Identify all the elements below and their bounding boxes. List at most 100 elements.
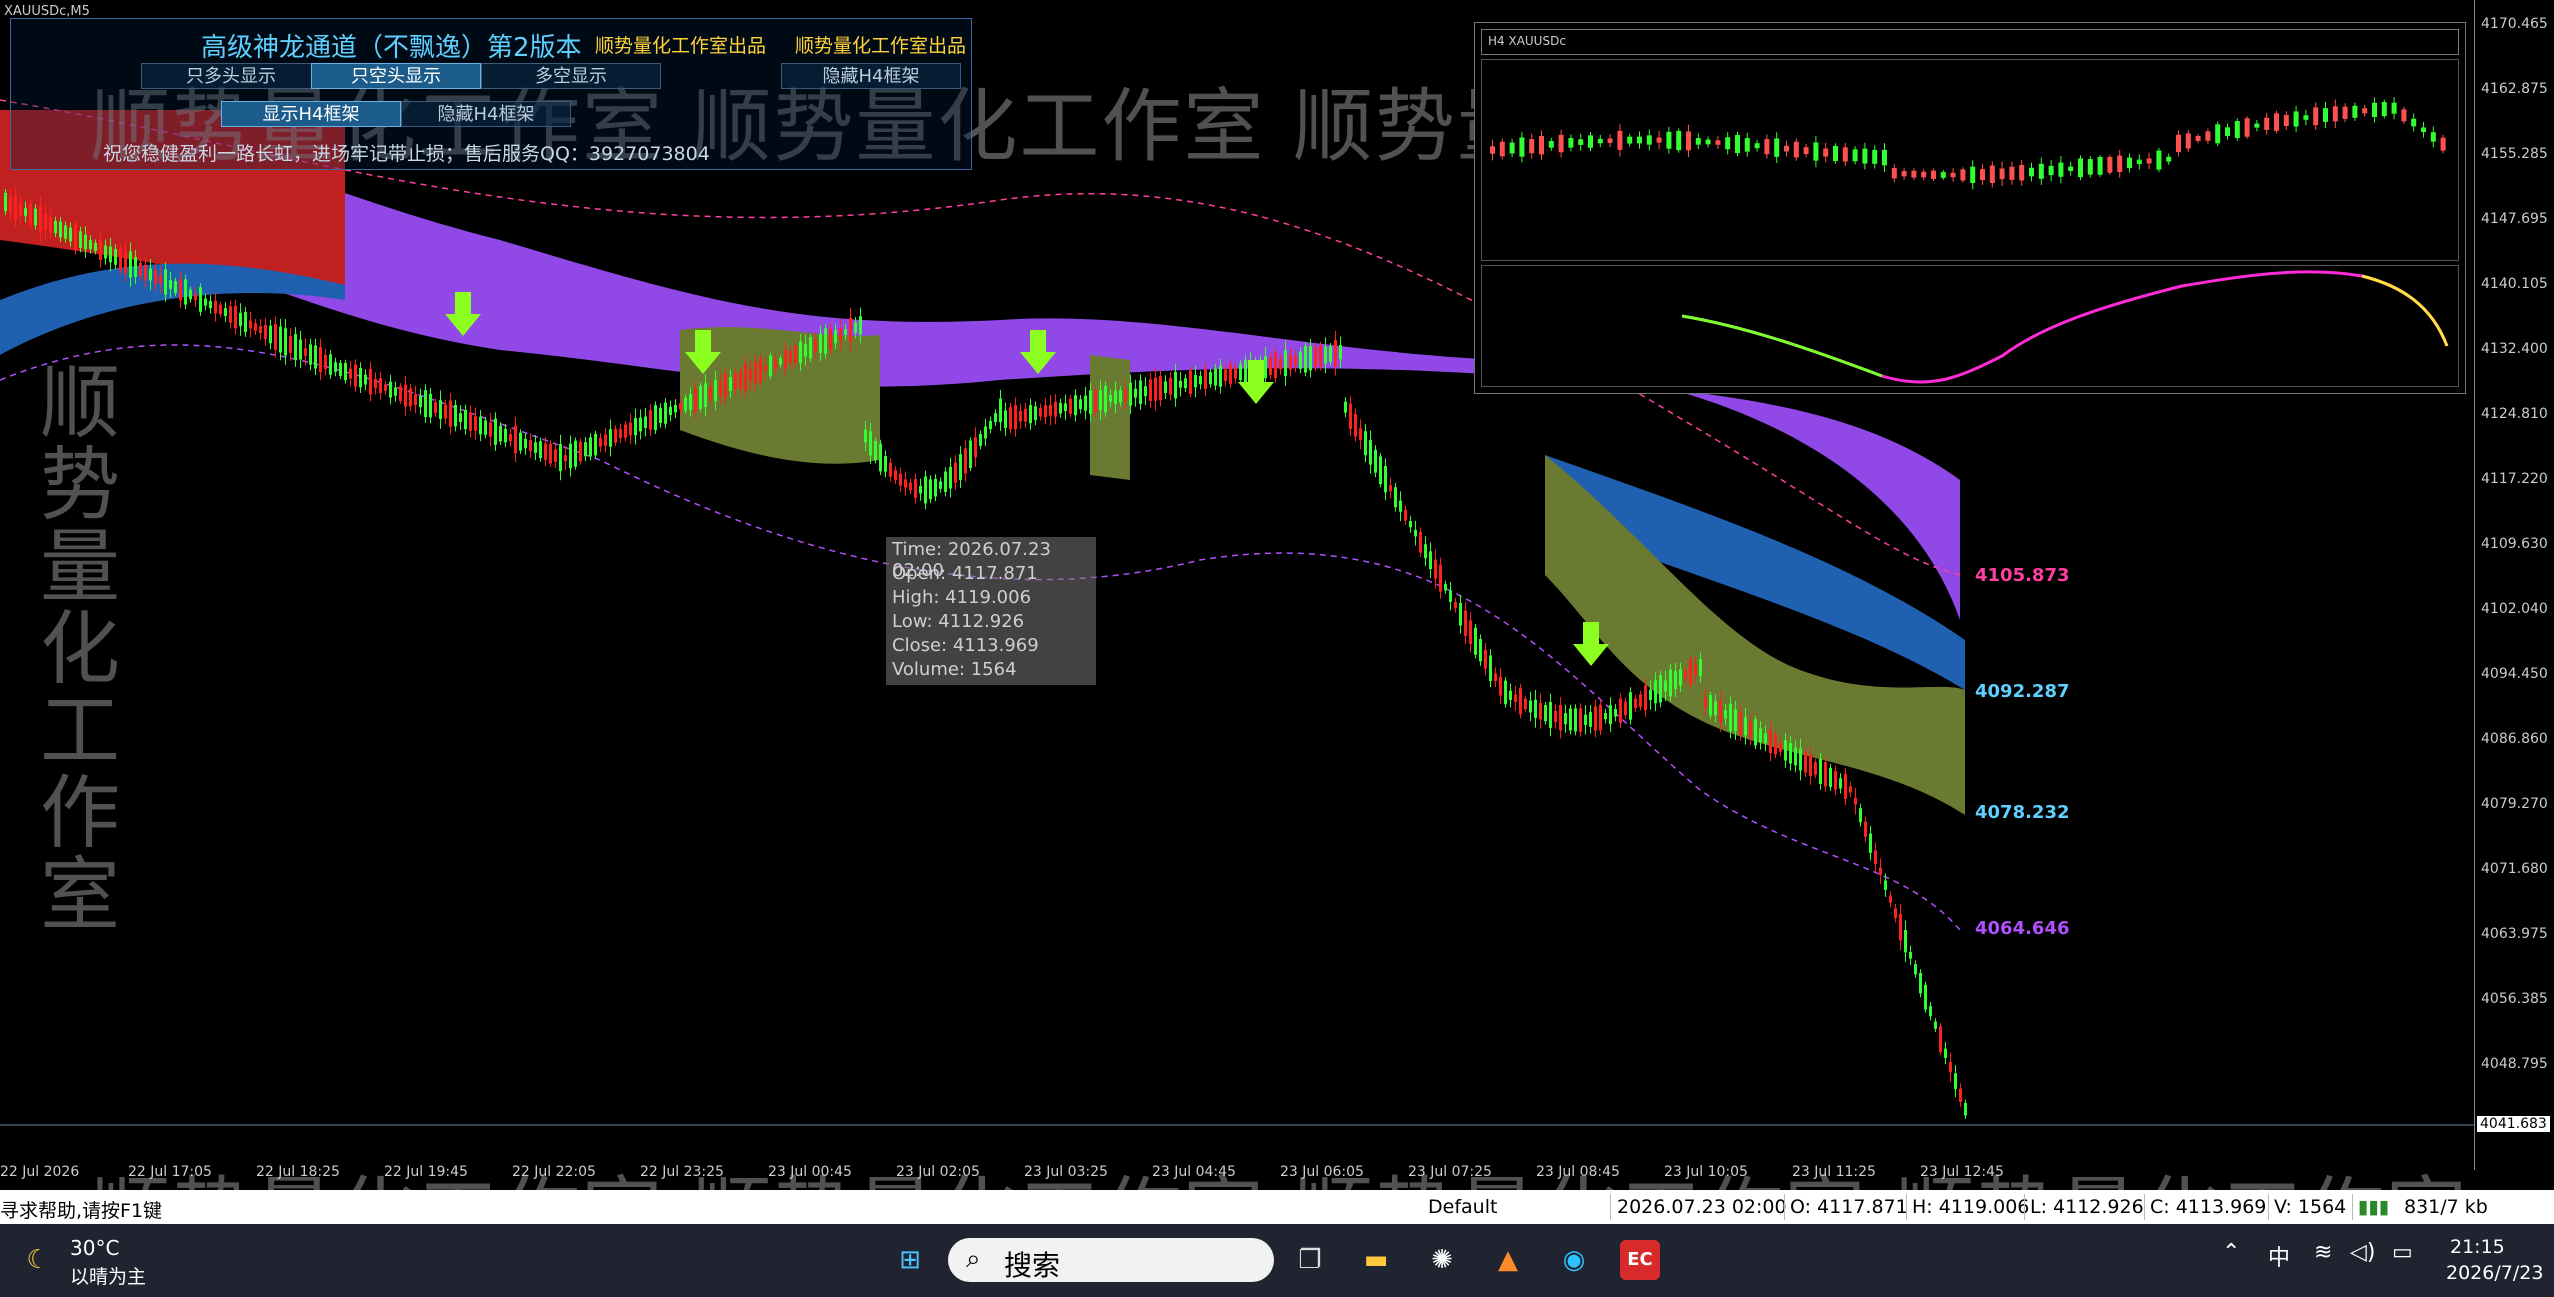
file-explorer-icon[interactable]: ▬ xyxy=(1356,1240,1396,1280)
candle-body xyxy=(344,362,347,381)
candle-body xyxy=(1174,371,1177,399)
candle-body xyxy=(1714,701,1717,716)
candle-body xyxy=(339,363,342,376)
candle-body xyxy=(989,420,992,430)
price-tick-label: 4124.810 xyxy=(2481,406,2548,422)
candle-body xyxy=(1379,456,1382,485)
inset-candle-body xyxy=(2244,118,2250,137)
candle-body xyxy=(1044,405,1047,418)
candle-body xyxy=(204,298,207,306)
tray-chevron-icon[interactable]: ⌃ xyxy=(2222,1240,2240,1265)
candle-body xyxy=(1144,386,1147,397)
inset-candle-body xyxy=(1588,135,1593,148)
candle-body xyxy=(1474,627,1477,655)
time-tick-label: 22 Jul 23:25 xyxy=(640,1164,724,1180)
candle-body xyxy=(449,400,452,427)
inset-candle-body xyxy=(1735,134,1740,154)
candle-body xyxy=(1634,698,1637,709)
candle-body xyxy=(824,328,827,355)
candle-body xyxy=(1284,350,1287,377)
price-tick-label: 4162.875 xyxy=(2481,81,2548,97)
candle-body xyxy=(169,280,172,289)
ime-indicator[interactable]: 中 xyxy=(2268,1240,2290,1272)
chart-area[interactable]: XAUUSDc,M5 顺势量化工作室 顺势量化工作室 顺势量化工作室 顺势量化工… xyxy=(0,0,2554,1261)
candle-body xyxy=(719,381,722,396)
candle-body xyxy=(239,312,242,327)
task-view-icon[interactable]: ❐ xyxy=(1290,1240,1330,1280)
candle-body xyxy=(1414,529,1417,537)
start-icon[interactable]: ⊞ xyxy=(890,1240,930,1280)
candle-body xyxy=(389,381,392,398)
edge-browser-icon[interactable]: ◉ xyxy=(1554,1240,1594,1280)
candle-body xyxy=(494,418,497,445)
candle-body xyxy=(944,471,947,492)
candle-body xyxy=(984,426,987,439)
h4-inset-chart[interactable]: H4 XAUUSDc xyxy=(1474,22,2466,394)
inset-candle-body xyxy=(1597,138,1603,144)
candle-body xyxy=(1129,382,1132,406)
inset-candle-body xyxy=(2068,166,2074,171)
candle-body xyxy=(1139,380,1142,404)
metatrader-icon[interactable]: ▲ xyxy=(1488,1240,1528,1280)
candle-body xyxy=(1879,867,1882,875)
weather-temp[interactable]: 30°C xyxy=(70,1236,119,1260)
candle-body xyxy=(154,270,157,284)
candle-body xyxy=(1114,390,1117,404)
candle-body xyxy=(39,206,42,233)
inset-title: H4 XAUUSDc xyxy=(1488,34,1566,48)
price-axis[interactable]: 4041.683 4170.465 4162.875 4155.285 4147.69… xyxy=(2474,0,2554,1170)
candle-body xyxy=(679,403,682,410)
show-h4-button[interactable]: 显示H4框架 xyxy=(221,101,401,127)
long-only-button[interactable]: 只多头显示 xyxy=(141,63,321,89)
ohlc-tooltip: Time: 2026.07.23 02:00 Open: 4117.871 Hi… xyxy=(886,537,1096,685)
inset-indicator-line xyxy=(1681,270,2449,384)
time-tick-label: 23 Jul 12:45 xyxy=(1920,1164,2004,1180)
panel-message: 祝您稳健盈利一路长虹，进场牢记带止损；售后服务QQ：3927073804 xyxy=(103,143,710,165)
candle-body xyxy=(1869,833,1872,853)
inset-candle-body xyxy=(1637,136,1642,144)
candle-body xyxy=(84,234,87,250)
candle-body xyxy=(1659,675,1662,703)
short-only-button[interactable]: 只空头显示 xyxy=(311,63,481,89)
candle-body xyxy=(574,440,577,467)
volume-icon[interactable]: ◁) xyxy=(2350,1240,2376,1265)
candle-body xyxy=(784,349,787,369)
weather-icon[interactable]: ☾ xyxy=(18,1240,58,1280)
candle-body xyxy=(1899,913,1902,941)
inset-candle-body xyxy=(1803,147,1809,155)
hide-h4-button[interactable]: 隐藏H4框架 xyxy=(781,63,961,89)
hide-h4-button-2[interactable]: 隐藏H4框架 xyxy=(401,101,571,127)
candle-body xyxy=(419,396,422,408)
candle-body xyxy=(1029,405,1032,424)
candle-body xyxy=(259,326,262,333)
chatgpt-icon[interactable]: ✺ xyxy=(1422,1240,1462,1280)
status-profile[interactable]: Default xyxy=(1428,1196,1497,1218)
candle-body xyxy=(649,410,652,430)
candle-body xyxy=(619,428,622,439)
inset-candle-body xyxy=(1499,141,1505,157)
wifi-icon[interactable]: ≋ xyxy=(2314,1240,2332,1265)
candle-body xyxy=(274,324,277,350)
candle-body xyxy=(1774,734,1777,755)
inset-candle-body xyxy=(2038,163,2044,179)
ec-app-icon[interactable]: EC xyxy=(1620,1240,1660,1280)
candle-body xyxy=(1294,356,1297,366)
candle-body xyxy=(1239,364,1242,381)
time-axis[interactable]: 22 Jul 2026 22 Jul 17:05 22 Jul 18:25 22 Ju… xyxy=(0,1160,2474,1190)
candle-body xyxy=(1944,1048,1947,1058)
time-tick-label: 23 Jul 00:45 xyxy=(768,1164,852,1180)
candle-body xyxy=(889,462,892,477)
clock-time[interactable]: 21:15 xyxy=(2450,1236,2505,1258)
tooltip-close: Close: 4113.969 xyxy=(892,635,1039,656)
candle-body xyxy=(129,251,132,278)
price-tick-label: 4132.400 xyxy=(2481,341,2548,357)
taskbar-search[interactable]: ⌕ 搜索 xyxy=(948,1238,1274,1282)
multi-short-button[interactable]: 多空显示 xyxy=(481,63,661,89)
watermark-left: 顺势量化工作室 xyxy=(27,360,120,934)
candle-body xyxy=(1364,431,1367,456)
battery-icon[interactable]: ▭ xyxy=(2392,1240,2413,1265)
clock-date[interactable]: 2026/7/23 xyxy=(2446,1262,2543,1284)
price-tick-label: 4102.040 xyxy=(2481,601,2548,617)
candle-body xyxy=(184,279,187,305)
weather-desc[interactable]: 以晴为主 xyxy=(70,1262,146,1289)
